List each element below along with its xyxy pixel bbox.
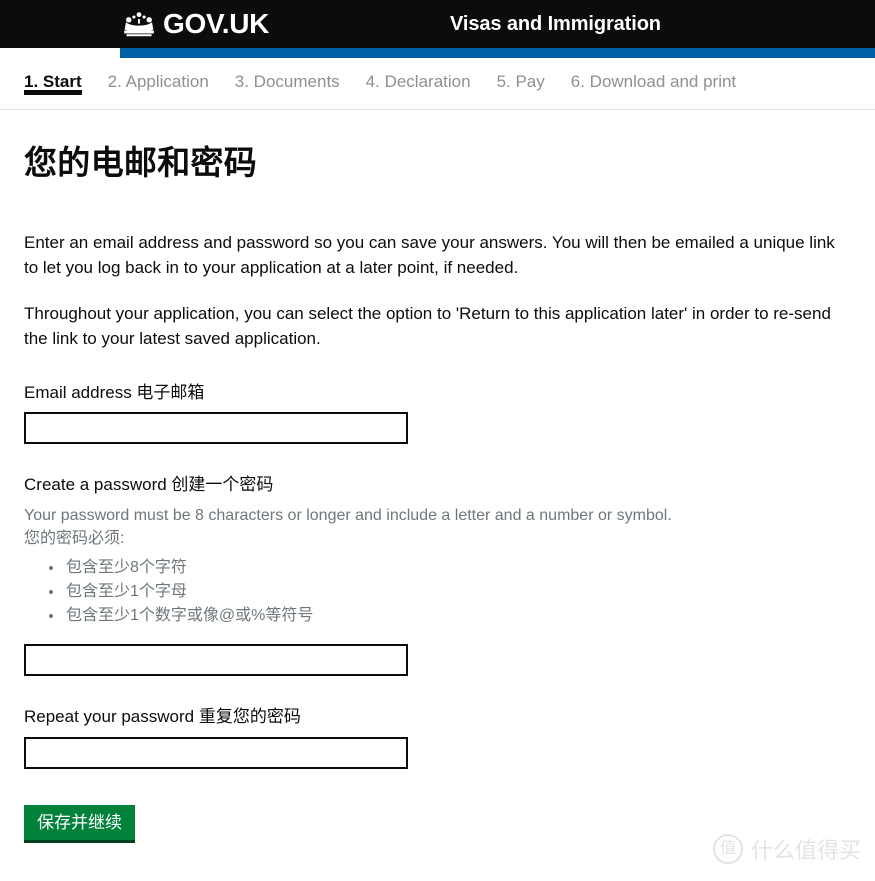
submit-row: 保存并继续 [24,804,851,841]
step-item-application[interactable]: 2. Application [108,58,209,92]
step-item-documents[interactable]: 3. Documents [235,58,340,92]
brand-name: GOV.UK [163,8,270,39]
service-name: Visas and Immigration [450,12,661,35]
step-item-download-and-print[interactable]: 6. Download and print [571,58,736,92]
page-title: 您的电邮和密码 [24,144,258,181]
password-requirement-item: 包含至少8个字符 [64,556,851,580]
password-hint-chinese: 您的密码必须: [24,530,125,548]
step-item-pay[interactable]: 5. Pay [497,58,545,92]
masthead-blue-rule [0,48,875,58]
password-requirement-list: 包含至少8个字符 包含至少1个字母 包含至少1个数字或像@或%等符号 [24,556,851,628]
email-input[interactable] [24,411,408,444]
save-and-continue-button[interactable]: 保存并继续 [24,804,135,841]
password-requirement-item: 包含至少1个数字或像@或%等符号 [64,604,851,628]
crown-icon [122,11,156,37]
password-field-label: Create a password 创建一个密码 [24,474,274,494]
email-field-group: Email address 电子邮箱 [24,382,851,444]
intro-paragraph-1: Enter an email address and password so y… [24,232,835,277]
password-requirement-item: 包含至少1个字母 [64,580,851,604]
step-item-declaration[interactable]: 4. Declaration [366,58,471,92]
password-field-group: Create a password 创建一个密码 Your password m… [24,474,851,677]
password-hint-english: Your password must be 8 characters or lo… [24,507,672,524]
main-content: 您的电邮和密码 Enter an email address and passw… [0,144,875,841]
blue-rule-spacer [0,48,120,58]
site-masthead: GOV.UK Visas and Immigration [0,0,875,48]
email-field-label: Email address 电子邮箱 [24,382,205,402]
step-item-start[interactable]: 1. Start [24,58,82,96]
repeat-password-input[interactable] [24,736,408,769]
step-list: 1. Start 2. Application 3. Documents 4. … [24,58,875,109]
repeat-password-field-label: Repeat your password 重复您的密码 [24,707,301,727]
blue-rule-bar [120,48,875,58]
repeat-password-field-group: Repeat your password 重复您的密码 [24,706,851,769]
intro-paragraph-2: Throughout your application, you can sel… [24,304,831,348]
govuk-home-link[interactable]: GOV.UK [122,0,269,48]
password-input[interactable] [24,644,408,677]
application-step-nav: 1. Start 2. Application 3. Documents 4. … [0,58,875,110]
